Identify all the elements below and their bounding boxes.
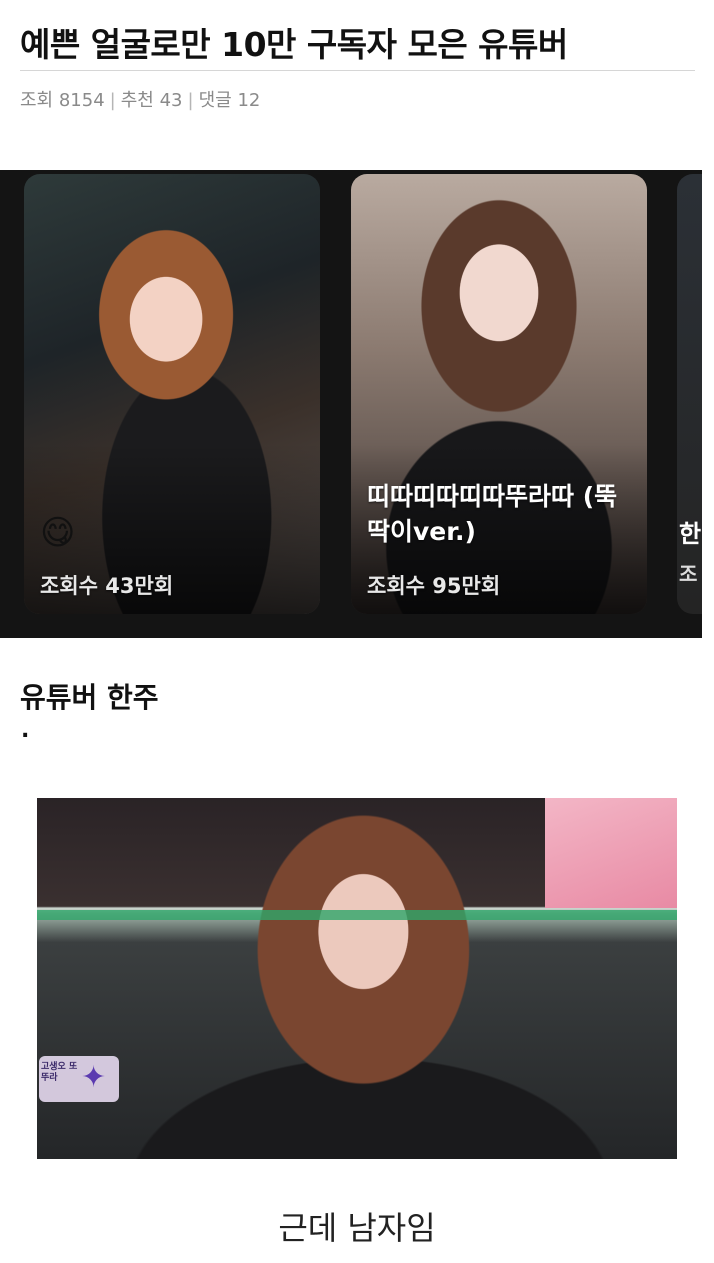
post-meta: 조회 8154 | 추천 43 | 댓글 12 — [20, 86, 260, 112]
shorts-screenshot: 😋 조회수 43만회 띠따띠따띠따뚜라따 (뚝딱이ver.) 조회수 95만회 … — [0, 170, 702, 638]
short-card-3[interactable]: 한 조 — [677, 174, 702, 614]
green-strip — [37, 910, 677, 920]
short-views-partial: 조 — [679, 562, 698, 586]
recommend-label: 추천 — [120, 90, 154, 111]
post-title: 예쁜 얼굴로만 10만 구독자 모은 유튜버 — [20, 25, 568, 64]
short-card-2[interactable]: 띠따띠따띠따뚜라따 (뚝딱이ver.) 조회수 95만회 — [351, 174, 647, 614]
short-card-1[interactable]: 😋 조회수 43만회 — [24, 174, 320, 614]
views-label: 조회 — [20, 90, 54, 111]
sticker-badge-text: 고생오 또 뚜라 — [41, 1062, 78, 1083]
comments-count: 12 — [237, 90, 261, 111]
caption: 근데 남자임 — [278, 1209, 436, 1247]
yum-emoji-icon: 😋 — [40, 513, 76, 553]
short-views: 조회수 95만회 — [367, 574, 501, 598]
short-title-partial: 한 — [679, 520, 702, 548]
recommend-count: 43 — [159, 90, 183, 111]
short-views: 조회수 43만회 — [40, 574, 174, 598]
mascot-icon: ✦ — [81, 1060, 107, 1095]
meta-separator: | — [109, 90, 116, 111]
views-count: 8154 — [58, 90, 105, 111]
short-title: 띠따띠따띠따뚜라따 (뚝딱이ver.) — [367, 482, 618, 546]
title-divider — [20, 70, 695, 71]
comments-label: 댓글 — [198, 90, 232, 111]
selfie-photo: 고생오 또 뚜라 ✦ — [37, 798, 677, 1159]
dot-text: . — [21, 718, 30, 743]
section-heading: 유튜버 한주 — [20, 681, 159, 714]
meta-separator: | — [187, 90, 194, 111]
pink-sign — [545, 798, 677, 908]
